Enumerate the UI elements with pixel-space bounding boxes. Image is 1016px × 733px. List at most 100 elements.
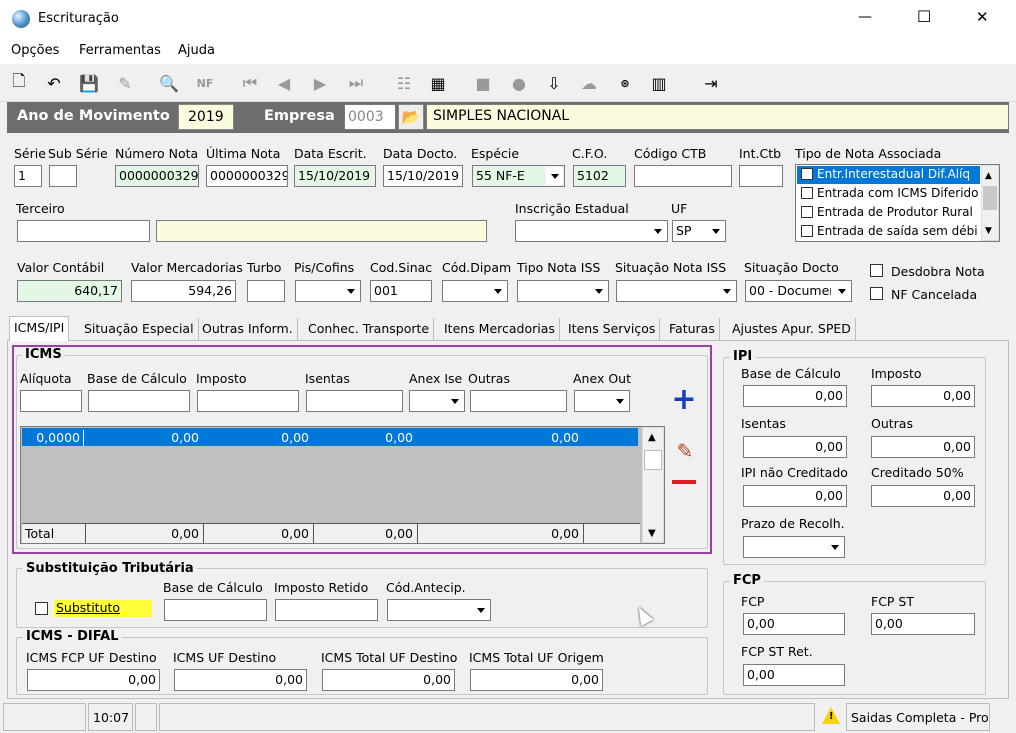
checkbox[interactable] — [801, 168, 813, 180]
terceiro-code-field[interactable] — [17, 220, 150, 242]
apple-icon[interactable]: ● — [506, 70, 532, 96]
grid-scrollbar[interactable]: ▲ ▼ — [642, 427, 664, 543]
tab-outras-inform[interactable]: Outras Inform. — [198, 318, 298, 340]
prev-icon[interactable]: ◀ — [272, 70, 296, 96]
ano-field[interactable]: 2019 — [178, 104, 234, 130]
checkbox[interactable] — [801, 206, 813, 218]
serie-field[interactable]: 1 — [14, 165, 42, 187]
add-item-button[interactable]: + — [668, 385, 700, 415]
data-escrit-field[interactable]: 15/10/2019 — [294, 165, 376, 187]
preview-icon[interactable]: 🔍 — [158, 70, 180, 96]
tab-itens-servicos[interactable]: Itens Serviços — [564, 318, 661, 340]
data-docto-field[interactable]: 15/10/2019 — [383, 165, 463, 187]
calc-icon[interactable]: ▦ — [426, 70, 450, 96]
list-item[interactable]: Entrada de Produtor Rural — [797, 204, 980, 222]
scroll-up-icon[interactable]: ▲ — [648, 432, 656, 443]
next-icon[interactable]: ▶ — [308, 70, 332, 96]
folder-icon[interactable]: ■ — [470, 70, 496, 96]
exit-icon[interactable]: ⇥ — [698, 70, 724, 96]
new-doc-icon[interactable]: 🗋 — [8, 70, 30, 96]
especie-select[interactable]: 55 NF-E — [472, 165, 565, 187]
sit-iss-select[interactable] — [616, 280, 737, 302]
inscricao-select[interactable] — [515, 220, 668, 242]
empresa-code-field[interactable]: 0003 — [344, 104, 396, 130]
scroll-thumb[interactable] — [644, 450, 662, 470]
first-icon[interactable]: ⏮ — [236, 70, 264, 96]
menu-ajuda[interactable]: Ajuda — [178, 43, 215, 58]
scroll-down-icon[interactable]: ▼ — [985, 226, 992, 236]
ipi-prazo-select[interactable] — [743, 536, 845, 558]
tab-faturas[interactable]: Faturas — [665, 318, 720, 340]
sub-serie-field[interactable] — [49, 165, 77, 187]
list-scrollbar[interactable]: ▲ ▼ — [981, 165, 999, 241]
checkbox[interactable] — [801, 187, 813, 199]
valor-contabil-field[interactable]: 640,17 — [17, 280, 122, 302]
tab-icms-ipi[interactable]: ICMS/IPI — [9, 316, 70, 341]
ipi-isentas-field[interactable]: 0,00 — [743, 436, 847, 458]
tipo-iss-select[interactable] — [517, 280, 609, 302]
list-item[interactable]: Entrada com ICMS Diferido — [797, 185, 980, 203]
anex-out-select[interactable] — [574, 390, 630, 412]
fcp-st-ret-field[interactable]: 0,00 — [743, 664, 845, 686]
icms-grid[interactable]: 0,0000 0,00 0,00 0,00 0,00 Total 0,00 0,… — [20, 426, 665, 544]
uf-select[interactable]: SP — [672, 220, 726, 242]
imposto-field[interactable] — [197, 390, 299, 412]
pin-icon[interactable]: ⇩ — [542, 70, 566, 96]
aliquota-field[interactable] — [20, 390, 82, 412]
tab-conhec-transporte[interactable]: Conhec. Transporte — [304, 318, 435, 340]
eraser-icon[interactable]: ✎ — [112, 70, 138, 96]
anex-ise-select[interactable] — [409, 390, 465, 412]
substituto-checkbox[interactable] — [35, 602, 48, 615]
save-icon[interactable]: 💾 — [78, 70, 100, 96]
isentas-field[interactable] — [306, 390, 403, 412]
list-item[interactable]: Entr.Interestadual Dif.Alíq — [797, 166, 980, 184]
cib-icon[interactable]: ⊛ — [612, 70, 638, 96]
ipi-base-field[interactable]: 0,00 — [743, 385, 847, 407]
difal-total-orig-field[interactable]: 0,00 — [470, 669, 603, 691]
int-ctb-field[interactable] — [739, 165, 783, 187]
difal-fcp-field[interactable]: 0,00 — [27, 669, 160, 691]
cloud-icon[interactable]: ☁ — [576, 70, 602, 96]
open-folder-icon[interactable]: 📂 — [398, 104, 424, 130]
tipo-nota-list[interactable]: Entr.Interestadual Dif.Alíq Entrada com … — [795, 164, 1000, 242]
ipi-outras-field[interactable]: 0,00 — [871, 436, 975, 458]
undo-icon[interactable]: ↶ — [42, 70, 66, 96]
menu-ferramentas[interactable]: Ferramentas — [79, 43, 161, 58]
st-base-field[interactable] — [164, 599, 267, 621]
tab-itens-mercadorias[interactable]: Itens Mercadorias — [440, 318, 560, 340]
fcp-field[interactable]: 0,00 — [743, 613, 845, 635]
scroll-up-icon[interactable]: ▲ — [985, 171, 992, 181]
tree-icon[interactable]: ☷ — [392, 70, 416, 96]
last-icon[interactable]: ⏭ — [342, 70, 370, 96]
remove-item-button[interactable] — [672, 480, 696, 484]
table-row[interactable]: 0,0000 0,00 0,00 0,00 0,00 — [22, 428, 638, 446]
desdobra-checkbox[interactable] — [870, 264, 883, 277]
difal-total-dest-field[interactable]: 0,00 — [322, 669, 455, 691]
checkbox[interactable] — [801, 225, 813, 237]
st-cod-select[interactable] — [387, 599, 491, 621]
numero-nota-field[interactable]: 0000000329 — [115, 165, 199, 187]
cod-sinac-field[interactable]: 001 — [370, 280, 432, 302]
ipi-nao-cred-field[interactable]: 0,00 — [743, 485, 847, 507]
outras-field[interactable] — [470, 390, 567, 412]
difal-uf-dest-field[interactable]: 0,00 — [174, 669, 307, 691]
pis-select[interactable] — [295, 280, 361, 302]
ipi-cred50-field[interactable]: 0,00 — [871, 485, 975, 507]
cfo-field[interactable]: 5102 — [573, 165, 626, 187]
tab-situacao-especial[interactable]: Situação Especial — [80, 318, 199, 340]
st-imposto-field[interactable] — [275, 599, 378, 621]
codigo-ctb-field[interactable] — [634, 165, 732, 187]
cod-dipam-select[interactable] — [442, 280, 508, 302]
scroll-thumb[interactable] — [983, 186, 997, 210]
fcp-st-field[interactable]: 0,00 — [871, 613, 975, 635]
valor-merc-field[interactable]: 594,26 — [131, 280, 236, 302]
turbo-field[interactable] — [247, 280, 285, 302]
maximize-button[interactable]: ☐ — [917, 7, 931, 26]
nfe-icon[interactable]: NF — [192, 70, 218, 96]
nf-cancel-checkbox[interactable] — [870, 287, 883, 300]
base-calculo-field[interactable] — [88, 390, 190, 412]
menu-opcoes[interactable]: Opções — [11, 43, 59, 58]
list-item[interactable]: Entrada de saída sem débi — [797, 223, 980, 241]
ipi-imposto-field[interactable]: 0,00 — [871, 385, 975, 407]
sit-docto-select[interactable]: 00 - Documen — [745, 280, 852, 302]
